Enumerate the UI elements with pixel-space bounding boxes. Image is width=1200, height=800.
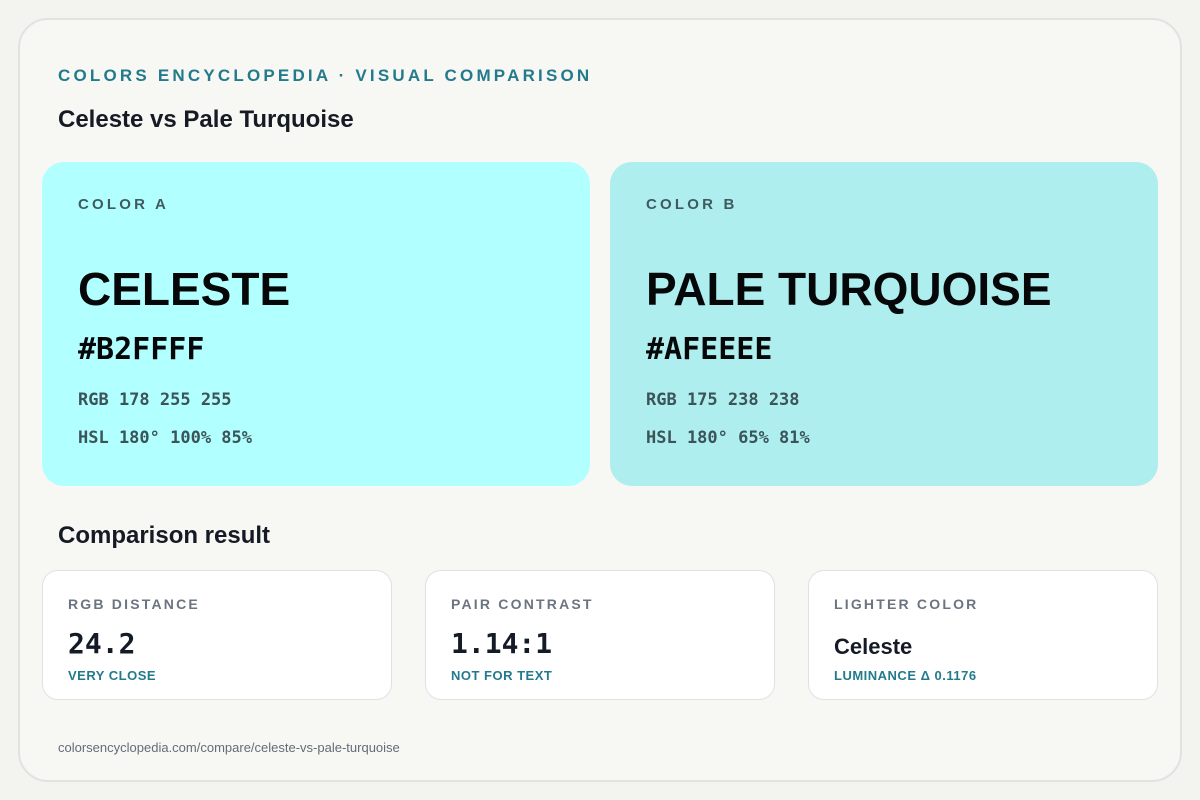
rgb-distance-value: 24.2 [68, 627, 136, 660]
color-b-hex: #AFEEEE [646, 332, 773, 367]
page-title: Celeste vs Pale Turquoise [58, 106, 354, 133]
color-a-tag: COLOR A [78, 196, 170, 213]
site-eyebrow: COLORS ENCYCLOPEDIA · VISUAL COMPARISON [58, 66, 593, 85]
pair-contrast-label: PAIR CONTRAST [451, 596, 594, 612]
color-a-hex: #B2FFFF [78, 332, 205, 367]
color-b-hsl: HSL 180° 65% 81% [646, 428, 810, 448]
lighter-color-value: Celeste [834, 634, 913, 659]
lighter-color-note: LUMINANCE Δ 0.1176 [834, 668, 977, 683]
comparison-section-title: Comparison result [58, 522, 271, 549]
color-b-swatch-card: COLOR B PALE TURQUOISE #AFEEEE RGB 175 2… [610, 162, 1158, 486]
rgb-distance-label: RGB DISTANCE [68, 596, 200, 612]
pair-contrast-card: PAIR CONTRAST 1.14:1 NOT FOR TEXT [425, 570, 775, 700]
pair-contrast-note: NOT FOR TEXT [451, 668, 553, 683]
color-b-name: PALE TURQUOISE [646, 263, 1052, 315]
rgb-distance-note: VERY CLOSE [68, 668, 157, 683]
footer-url: colorsencyclopedia.com/compare/celeste-v… [58, 740, 400, 755]
color-a-rgb: RGB 178 255 255 [78, 390, 232, 410]
color-b-rgb: RGB 175 238 238 [646, 390, 800, 410]
color-a-swatch-card: COLOR A CELESTE #B2FFFF RGB 178 255 255 … [42, 162, 590, 486]
color-a-hsl: HSL 180° 100% 85% [78, 428, 252, 448]
rgb-distance-card: RGB DISTANCE 24.2 VERY CLOSE [42, 570, 392, 700]
color-a-name: CELESTE [78, 263, 291, 315]
lighter-color-card: LIGHTER COLOR Celeste LUMINANCE Δ 0.1176 [808, 570, 1158, 700]
color-b-tag: COLOR B [646, 196, 738, 213]
pair-contrast-value: 1.14:1 [451, 627, 553, 660]
lighter-color-label: LIGHTER COLOR [834, 596, 979, 612]
